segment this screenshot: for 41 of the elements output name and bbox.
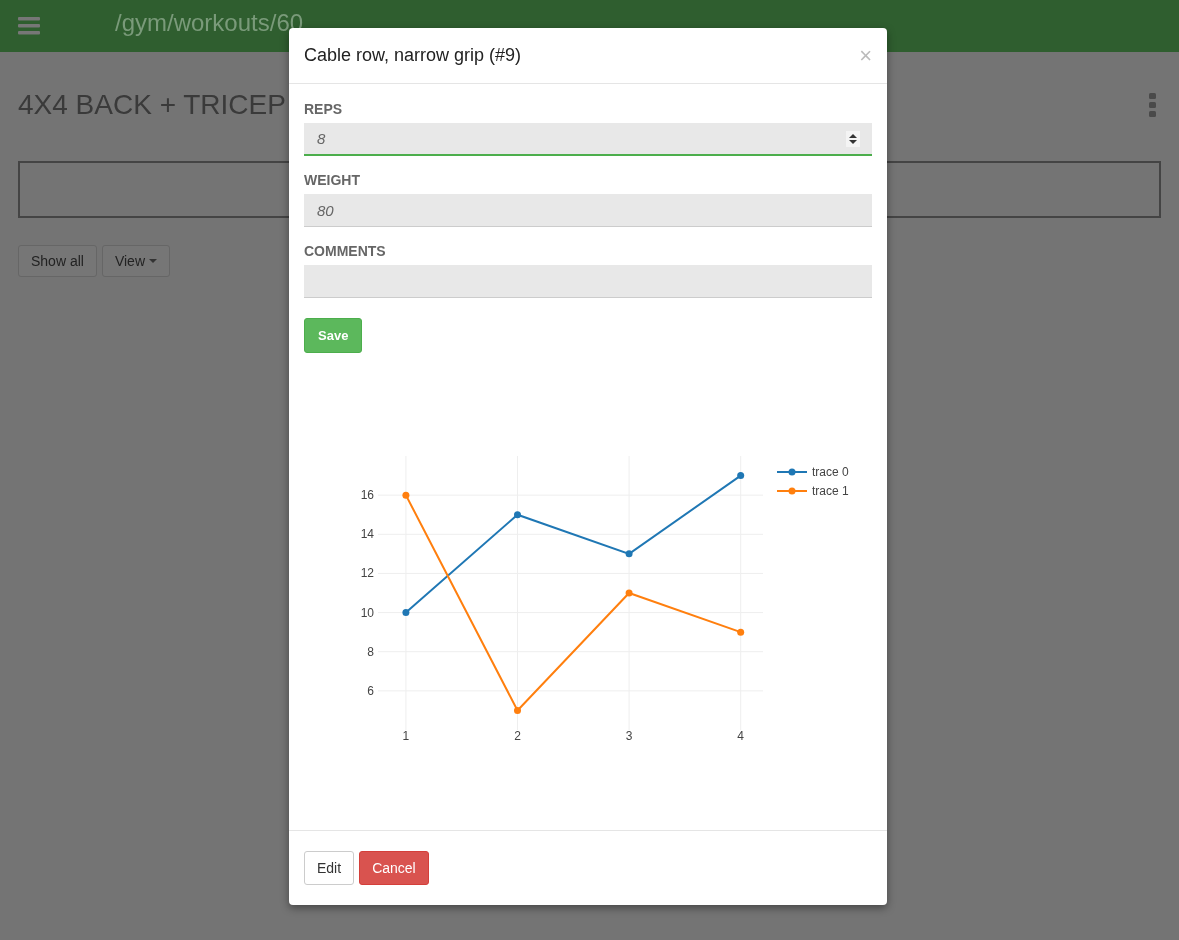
x-tick-label: 2 <box>514 729 521 743</box>
y-tick-label: 14 <box>360 527 374 542</box>
legend-swatch <box>776 487 808 495</box>
data-point <box>514 706 521 714</box>
input-field[interactable] <box>304 265 872 298</box>
menu-icon[interactable] <box>18 17 40 35</box>
show-all-button[interactable]: Show all <box>18 245 97 277</box>
y-tick-label: 8 <box>367 644 374 659</box>
cancel-button[interactable]: Cancel <box>359 851 429 885</box>
y-tick-label: 6 <box>367 683 374 698</box>
y-tick-label: 16 <box>360 488 374 503</box>
legend-label: trace 0 <box>812 465 849 479</box>
data-point <box>402 609 410 617</box>
close-button[interactable]: × <box>859 42 872 69</box>
x-tick-label: 3 <box>625 729 633 743</box>
field-label: REPS <box>304 101 344 117</box>
edit-button[interactable]: Edit <box>304 851 355 885</box>
legend-label: trace 1 <box>812 484 849 498</box>
view-dropdown[interactable]: View <box>101 245 170 277</box>
field-label: COMMENTS <box>304 243 387 259</box>
y-tick-label: 10 <box>360 605 374 620</box>
spinner-icon[interactable] <box>846 131 860 147</box>
field-label: WEIGHT <box>304 172 361 188</box>
save-button[interactable]: Save <box>304 318 363 353</box>
data-point <box>514 511 521 519</box>
data-point <box>737 472 745 480</box>
x-tick-label: 4 <box>737 729 744 743</box>
modal-title: Cable row, narrow grip (#9) <box>304 45 522 66</box>
data-point <box>625 589 633 597</box>
workout-title: 4X4 BACK + TRICEP <box>18 89 286 121</box>
data-point <box>402 491 410 499</box>
data-point <box>737 628 745 636</box>
page-path: /gym/workouts/60 <box>115 9 304 37</box>
data-point <box>625 550 633 558</box>
caret-icon <box>149 259 157 263</box>
y-tick-label: 12 <box>360 566 374 581</box>
legend-swatch <box>776 468 808 476</box>
input-field[interactable]: 80 <box>304 194 872 227</box>
more-options-icon[interactable] <box>1149 93 1157 117</box>
x-tick-label: 1 <box>402 729 410 743</box>
input-field[interactable]: 8 <box>304 123 872 156</box>
